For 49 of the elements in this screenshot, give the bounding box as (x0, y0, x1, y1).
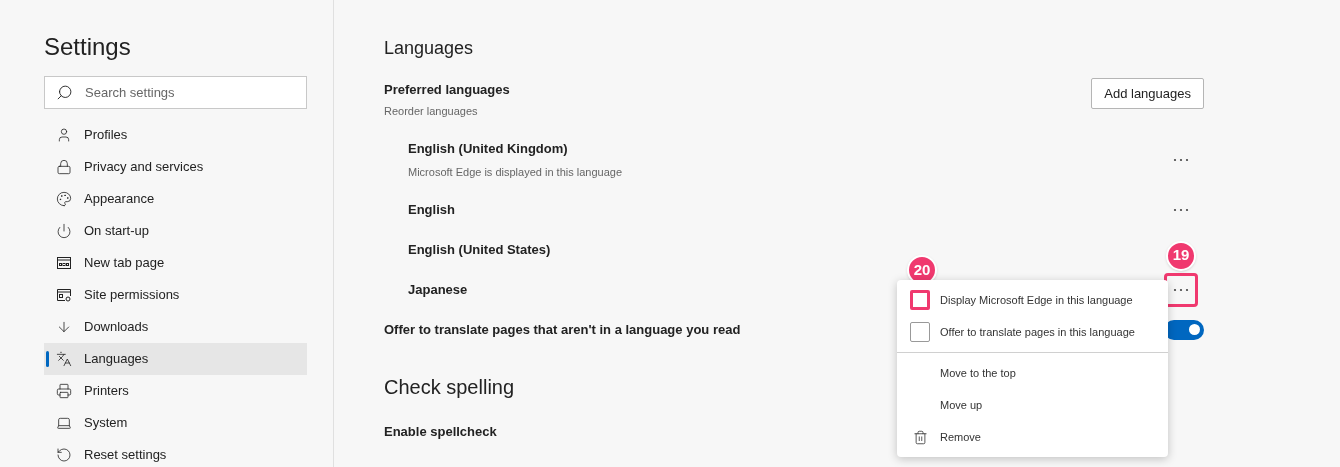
language-icon (56, 351, 72, 367)
sidebar-item[interactable]: New tab page (44, 247, 307, 279)
laptop-icon (56, 415, 72, 431)
language-name: English (United States) (408, 240, 551, 259)
setting-label: Preferred languages (384, 81, 510, 99)
language-name: Japanese (408, 280, 468, 299)
sidebar-item[interactable]: Languages (44, 343, 307, 375)
sidebar-item[interactable]: Printers (44, 375, 307, 407)
download-icon (56, 319, 72, 335)
sidebar-item[interactable]: System (44, 407, 307, 439)
menu-item[interactable]: Offer to translate pages in this language (897, 316, 1168, 348)
language-name: English (United Kingdom) (408, 139, 569, 158)
language-name: English (408, 200, 455, 219)
sidebar-item[interactable]: Appearance (44, 183, 307, 215)
section-title: Languages (384, 37, 475, 60)
menu-item[interactable]: Move up (897, 389, 1168, 421)
window-icon (56, 255, 72, 271)
menu-item[interactable]: Display Microsoft Edge in this language (897, 284, 1168, 316)
window-gear-icon (56, 287, 72, 303)
sidebar-item[interactable]: Privacy and services (44, 151, 307, 183)
section-title: Check spelling (384, 374, 515, 400)
palette-icon (56, 191, 72, 207)
trash-icon (912, 429, 928, 445)
more-icon (1173, 287, 1189, 292)
sidebar-item[interactable]: Downloads (44, 311, 307, 343)
search-icon (56, 84, 73, 101)
language-note: Microsoft Edge is displayed in this language (408, 165, 622, 180)
lock-icon (56, 159, 72, 175)
callout-badge: 19 (1166, 240, 1196, 271)
setting-label: Offer to translate pages that aren't in a language you read (384, 320, 741, 339)
sidebar-item[interactable]: On start-up (44, 215, 307, 247)
menu-item[interactable]: Remove (897, 421, 1168, 453)
search-field[interactable]: Search settings (44, 76, 307, 109)
setting-hint: Reorder languages (384, 104, 479, 119)
setting-label: Enable spellcheck (384, 422, 497, 441)
more-icon (1173, 207, 1189, 212)
sidebar-item[interactable]: Profiles (44, 119, 307, 151)
more-icon (1173, 157, 1189, 162)
reset-icon (56, 447, 72, 463)
checkbox[interactable] (910, 290, 930, 310)
checkbox[interactable] (910, 322, 930, 342)
add-languages-button[interactable]: Add languages (1091, 78, 1204, 109)
person-icon (56, 127, 72, 143)
menu-item[interactable]: Move to the top (897, 357, 1168, 389)
printer-icon (56, 383, 72, 399)
power-icon (56, 223, 72, 239)
sidebar-item[interactable]: Reset settings (44, 439, 307, 467)
sidebar-item[interactable]: Site permissions (44, 279, 307, 311)
sidebar-title: Settings (44, 32, 132, 62)
